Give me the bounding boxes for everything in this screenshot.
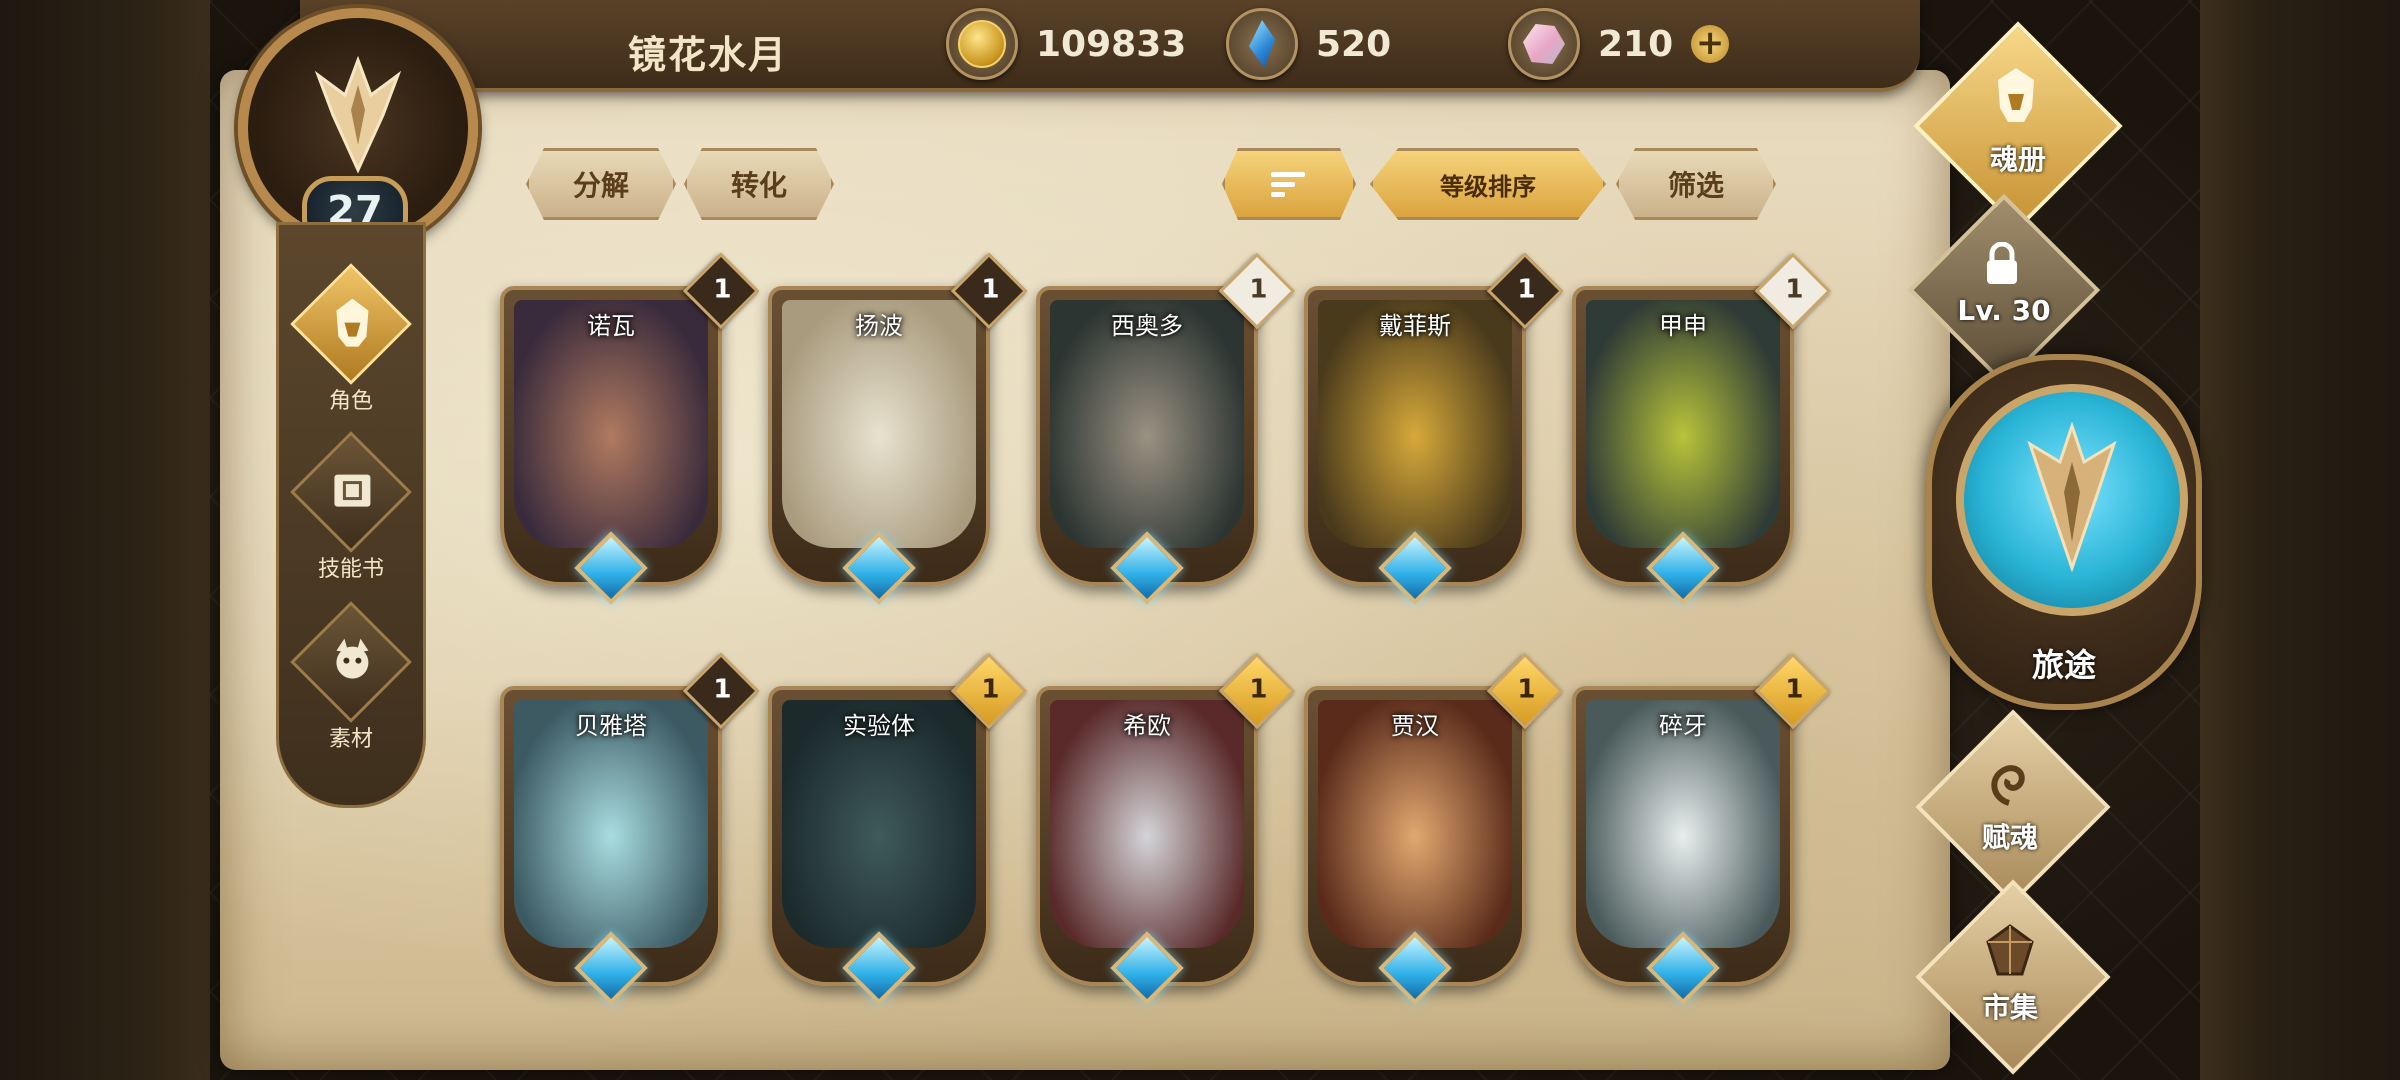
crystal-value: 520 <box>1316 23 1392 65</box>
nav-item-material[interactable]: 素材 <box>290 601 412 763</box>
right-frame <box>2200 0 2400 1080</box>
market-label: 市集 <box>1981 991 2038 1024</box>
add-gem-button[interactable]: + <box>1691 25 1730 63</box>
gem-display: 210 + <box>1508 8 1730 80</box>
hero-level: 1 <box>1249 674 1268 705</box>
hero-name: 贾汉 <box>1391 712 1439 740</box>
hero-card[interactable]: 西奥多 1 <box>1036 252 1296 605</box>
hero-card[interactable]: 扬波 1 <box>768 252 1028 605</box>
sort-by-level-button[interactable]: 等级排序 <box>1370 148 1606 220</box>
gold-value: 109833 <box>1036 23 1187 65</box>
material-icon <box>336 638 369 679</box>
gem-shard-icon <box>1986 924 2034 976</box>
hero-card[interactable]: 碎牙 1 <box>1572 652 1832 1005</box>
nav-label-character: 角色 <box>328 389 373 414</box>
guild-level-label: Lv. 30 <box>1957 294 2051 327</box>
hero-card[interactable]: 实验体 1 <box>768 652 1028 1005</box>
hero-card[interactable]: 贾汉 1 <box>1304 652 1564 1005</box>
hero-level: 1 <box>713 674 732 705</box>
pink-gem-icon <box>1508 8 1580 80</box>
hero-level: 1 <box>1785 274 1804 305</box>
market-button[interactable]: 市集 <box>1880 879 2140 1075</box>
lock-icon <box>1987 242 2017 284</box>
hero-level: 1 <box>713 274 732 305</box>
hero-card[interactable]: 希欧 1 <box>1036 652 1296 1005</box>
hero-name: 西奥多 <box>1111 312 1183 340</box>
helmet-icon <box>336 298 369 347</box>
sort-order-button[interactable] <box>1222 148 1356 220</box>
hero-name: 戴菲斯 <box>1379 312 1451 340</box>
nav-label-skillbook: 技能书 <box>317 557 384 582</box>
hero-level: 1 <box>1517 674 1536 705</box>
journey-button[interactable]: 旅途 <box>1926 354 2202 710</box>
hero-name: 实验体 <box>843 712 915 740</box>
gem-value: 210 <box>1598 23 1674 65</box>
nav-label-material: 素材 <box>328 727 373 752</box>
soul-grant-label: 赋魂 <box>1981 821 2038 854</box>
soul-book-label: 魂册 <box>1989 143 2046 176</box>
convert-button[interactable]: 转化 <box>684 148 834 220</box>
hero-name: 碎牙 <box>1659 712 1707 740</box>
hero-level: 1 <box>1517 274 1536 305</box>
helmet-icon <box>1998 68 2034 122</box>
hero-name: 扬波 <box>855 312 903 340</box>
crystal-display: 520 <box>1226 8 1391 80</box>
crest-icon <box>314 55 402 174</box>
hero-card[interactable]: 戴菲斯 1 <box>1304 252 1564 605</box>
left-frame <box>0 0 210 1080</box>
gold-coin-icon <box>946 8 1018 80</box>
hero-level: 1 <box>1249 274 1268 305</box>
guild-locked-button[interactable]: Lv. 30 <box>1874 193 2134 387</box>
soul-grant-button[interactable]: 赋魂 <box>1880 709 2140 905</box>
hero-name: 希欧 <box>1123 712 1171 740</box>
player-name: 镜花水月 <box>628 33 789 77</box>
book-icon <box>334 474 371 507</box>
left-nav: 角色 技能书 素材 <box>276 222 426 808</box>
decompose-button[interactable]: 分解 <box>526 148 676 220</box>
trident-crest-icon <box>2027 422 2117 572</box>
hero-name: 贝雅塔 <box>575 712 647 740</box>
hero-level: 1 <box>981 274 1000 305</box>
hero-card[interactable]: 甲申 1 <box>1572 252 1832 605</box>
hero-card[interactable]: 诺瓦 1 <box>500 252 760 605</box>
sort-icon <box>1271 172 1305 197</box>
blue-crystal-icon <box>1226 8 1298 80</box>
gold-display: 109833 <box>946 8 1186 80</box>
nav-item-skillbook[interactable]: 技能书 <box>290 431 412 593</box>
journey-label: 旅途 <box>2031 646 2096 684</box>
hero-level: 1 <box>981 674 1000 705</box>
nav-item-character[interactable]: 角色 <box>290 263 412 425</box>
hero-name: 诺瓦 <box>587 312 635 340</box>
soul-book-button[interactable]: 魂册 <box>1888 21 2148 231</box>
hero-level: 1 <box>1785 674 1804 705</box>
filter-button[interactable]: 筛选 <box>1616 148 1776 220</box>
swirl-icon <box>1991 765 2025 806</box>
hero-name: 甲申 <box>1659 312 1707 340</box>
hero-card[interactable]: 贝雅塔 1 <box>500 652 760 1005</box>
